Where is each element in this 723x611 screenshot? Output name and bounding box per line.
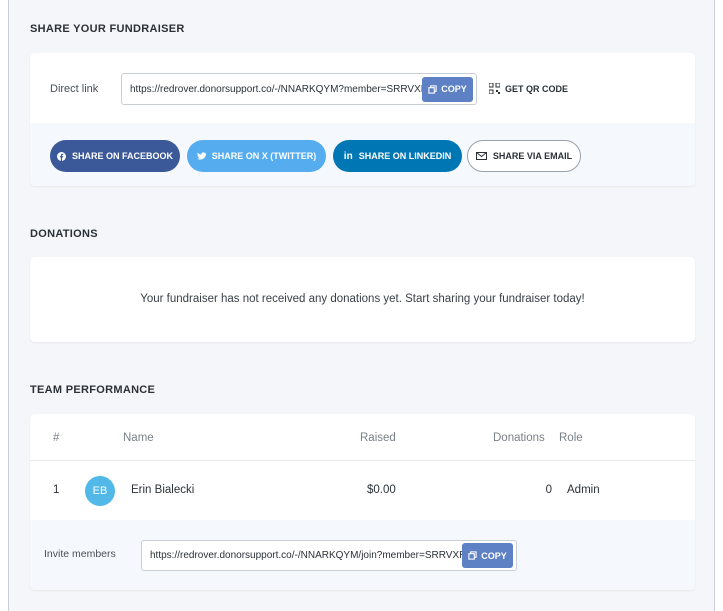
share-facebook-button[interactable]: SHARE ON FACEBOOK — [50, 140, 180, 172]
avatar: EB — [85, 476, 115, 506]
share-email-button[interactable]: SHARE VIA EMAIL — [467, 140, 581, 172]
share-section-title: SHARE YOUR FUNDRAISER — [30, 23, 185, 35]
copy-link-label: COPY — [441, 84, 467, 94]
qr-code-label: GET QR CODE — [505, 83, 569, 94]
qr-code-icon — [489, 83, 500, 94]
direct-link-label: Direct link — [50, 83, 99, 95]
page-frame: SHARE YOUR FUNDRAISER Direct link https:… — [8, 0, 715, 611]
col-header-role: Role — [559, 432, 583, 444]
col-header-name: Name — [123, 432, 154, 444]
copy-icon — [428, 84, 437, 94]
facebook-icon — [56, 151, 66, 161]
invite-members-row: Invite members https://redrover.donorsup… — [30, 520, 695, 590]
col-header-rank: # — [53, 432, 60, 444]
direct-link-field[interactable]: https://redrover.donorsupport.co/-/NNARK… — [121, 73, 477, 105]
get-qr-code-button[interactable]: GET QR CODE — [489, 83, 568, 94]
copy-icon — [468, 551, 477, 560]
invite-link-url[interactable]: https://redrover.donorsupport.co/-/NNARK… — [142, 550, 462, 561]
share-linkedin-label: SHARE ON LINKEDIN — [358, 151, 452, 161]
row-rank: 1 — [53, 484, 60, 496]
row-role: Admin — [567, 484, 600, 496]
team-card: # Name Raised Donations Role 1 EB Erin B… — [30, 414, 695, 590]
direct-link-url[interactable]: https://redrover.donorsupport.co/-/NNARK… — [122, 84, 422, 95]
share-email-label: SHARE VIA EMAIL — [492, 151, 573, 161]
copy-link-button[interactable]: COPY — [422, 76, 473, 102]
row-name: Erin Bialecki — [131, 484, 195, 496]
col-header-raised: Raised — [360, 432, 396, 444]
share-twitter-label: SHARE ON X (TWITTER) — [211, 151, 317, 161]
table-header-divider — [30, 460, 695, 461]
row-donations: 0 — [545, 484, 552, 496]
share-twitter-button[interactable]: SHARE ON X (TWITTER) — [187, 140, 326, 172]
twitter-bird-icon — [196, 152, 206, 160]
invite-members-label: Invite members — [44, 548, 116, 560]
share-linkedin-button[interactable]: in SHARE ON LINKEDIN — [333, 140, 462, 172]
share-facebook-label: SHARE ON FACEBOOK — [71, 151, 173, 161]
donations-empty-message: Your fundraiser has not received any don… — [140, 293, 585, 305]
row-raised: $0.00 — [367, 484, 396, 496]
donations-section-title: DONATIONS — [30, 228, 98, 240]
share-buttons-row: SHARE ON FACEBOOK SHARE ON X (TWITTER) i… — [30, 123, 695, 186]
share-card: Direct link https://redrover.donorsuppor… — [30, 53, 695, 186]
copy-invite-button[interactable]: COPY — [462, 543, 513, 568]
linkedin-icon: in — [343, 150, 353, 162]
col-header-donations: Donations — [493, 432, 545, 444]
copy-invite-label: COPY — [481, 550, 507, 561]
envelope-icon — [475, 152, 487, 160]
invite-link-field[interactable]: https://redrover.donorsupport.co/-/NNARK… — [141, 540, 517, 571]
team-section-title: TEAM PERFORMANCE — [30, 384, 156, 396]
donations-card: Your fundraiser has not received any don… — [30, 257, 695, 342]
